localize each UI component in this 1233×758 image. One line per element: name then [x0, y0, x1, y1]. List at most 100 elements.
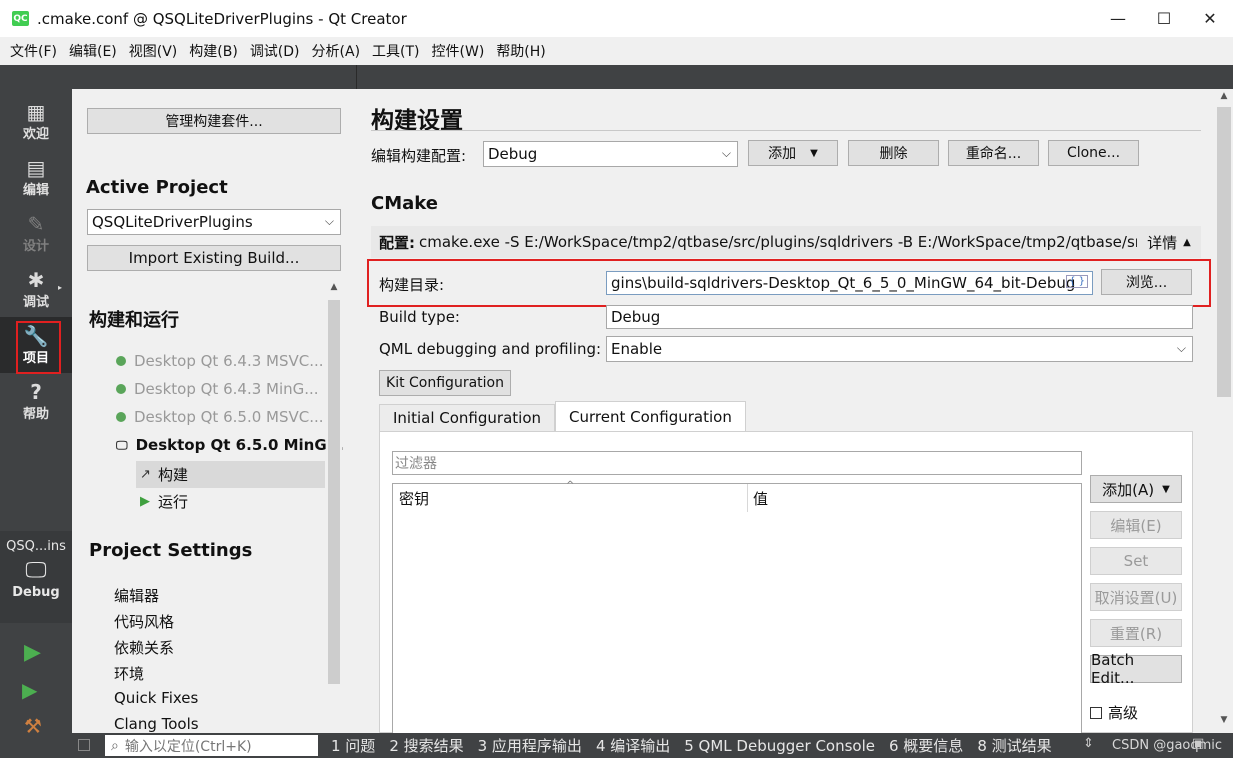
- settings-item-clang-tools[interactable]: Clang Tools: [114, 715, 199, 733]
- highlight-box-projects: [16, 321, 61, 374]
- kit-build-item[interactable]: ↗ 构建: [136, 461, 325, 488]
- output-tab-application-output[interactable]: 3 应用程序输出: [471, 735, 589, 756]
- mode-edit[interactable]: ▤ 编辑: [0, 149, 72, 205]
- sort-indicator-icon: ^: [566, 480, 575, 491]
- output-tab-test-results[interactable]: 8 测试结果: [970, 735, 1058, 756]
- kit-label: Desktop Qt 6.4.3 MinG...: [134, 380, 319, 398]
- project-select-value: QSQLiteDriverPlugins: [92, 213, 253, 231]
- settings-item-code-style[interactable]: 代码风格: [114, 611, 174, 632]
- qml-debugging-select[interactable]: Enable ⌵: [606, 336, 1193, 362]
- mode-welcome[interactable]: ▦ 欢迎: [0, 93, 72, 149]
- build-dir-input[interactable]: gins\build-sqldrivers-Desktop_Qt_6_5_0_M…: [606, 271, 1093, 295]
- scrollbar-thumb[interactable]: [328, 300, 340, 684]
- settings-item-editor[interactable]: 编辑器: [114, 585, 159, 606]
- kit-selector-config: Debug: [12, 585, 60, 600]
- add-variable-button[interactable]: 添加(A) ▼: [1090, 475, 1182, 503]
- settings-item-quick-fixes[interactable]: Quick Fixes: [114, 689, 198, 707]
- output-tab-general-messages[interactable]: 6 概要信息: [882, 735, 970, 756]
- locator-input[interactable]: ⌕ 输入以定位(Ctrl+K): [105, 735, 318, 756]
- edit-variable-button[interactable]: 编辑(E): [1090, 511, 1182, 539]
- build-config-select[interactable]: Debug ⌵: [483, 141, 738, 167]
- help-icon: ?: [30, 379, 42, 404]
- kit-label: Desktop Qt 6.5.0 MinG...: [135, 436, 344, 454]
- batch-edit-button[interactable]: Batch Edit...: [1090, 651, 1182, 687]
- column-header-key[interactable]: 密钥: [393, 484, 429, 512]
- kit-run-item[interactable]: ▶ 运行: [136, 488, 325, 515]
- maximize-button[interactable]: ☐: [1141, 0, 1187, 37]
- scrollbar-thumb[interactable]: [1217, 107, 1231, 397]
- debug-run-icon[interactable]: ▶: [22, 678, 37, 702]
- mode-help-label: 帮助: [22, 406, 49, 422]
- tab-initial-configuration[interactable]: Initial Configuration: [379, 404, 556, 431]
- kit-item[interactable]: Desktop Qt 6.4.3 MSVC...: [116, 352, 324, 370]
- project-pane-scrollbar[interactable]: ▲: [326, 282, 342, 733]
- build-settings-scrollbar[interactable]: ▲ ▼: [1215, 89, 1233, 733]
- play-icon: ▶: [140, 494, 150, 509]
- add-kit-icon: [116, 384, 126, 394]
- menu-help[interactable]: 帮助(H): [490, 41, 551, 61]
- project-select[interactable]: QSQLiteDriverPlugins ⌵: [87, 209, 341, 235]
- scroll-up-icon[interactable]: ▲: [1215, 91, 1233, 107]
- collapse-arrow-icon: ▲: [1183, 236, 1191, 248]
- mode-help[interactable]: ? 帮助: [0, 373, 72, 429]
- menu-build[interactable]: 构建(B): [183, 41, 244, 61]
- project-settings-heading: Project Settings: [89, 540, 253, 561]
- variables-icon[interactable]: { }: [1066, 275, 1088, 288]
- checkbox-box[interactable]: [1090, 706, 1102, 719]
- menu-file[interactable]: 文件(F): [4, 41, 63, 61]
- up-down-arrows-icon[interactable]: ⇕: [1083, 736, 1094, 751]
- rename-config-button[interactable]: 重命名...: [948, 140, 1039, 166]
- minimize-button[interactable]: —: [1095, 0, 1141, 37]
- kit-item[interactable]: Desktop Qt 6.5.0 MSVC...: [116, 408, 324, 426]
- chevron-down-icon: ⌵: [1176, 341, 1186, 355]
- menu-window[interactable]: 控件(W): [426, 41, 491, 61]
- menu-view[interactable]: 视图(V): [123, 41, 184, 61]
- details-label: 详情: [1147, 233, 1178, 252]
- advanced-checkbox[interactable]: 高级: [1090, 702, 1138, 723]
- current-configuration-panel: 过滤器 ^ 密钥 值 添加(A) ▼ 编辑(E) Set 取消设置(U) 重置(…: [379, 431, 1193, 743]
- menu-tools[interactable]: 工具(T): [366, 41, 425, 61]
- menu-edit[interactable]: 编辑(E): [63, 41, 123, 61]
- output-tab-search-results[interactable]: 2 搜索结果: [382, 735, 470, 756]
- delete-config-button[interactable]: 删除: [848, 140, 939, 166]
- browse-button[interactable]: 浏览...: [1101, 269, 1192, 295]
- filter-input[interactable]: 过滤器: [392, 451, 1082, 475]
- settings-item-environment[interactable]: 环境: [114, 663, 144, 684]
- set-variable-button[interactable]: Set: [1090, 547, 1182, 575]
- column-header-value[interactable]: 值: [747, 484, 768, 512]
- maximize-output-icon[interactable]: ▣: [1192, 736, 1204, 751]
- kit-item-active[interactable]: 🖵 Desktop Qt 6.5.0 MinG...: [116, 436, 344, 454]
- output-tab-qml-debugger[interactable]: 5 QML Debugger Console: [677, 737, 882, 755]
- config-command: cmake.exe -S E:/WorkSpace/tmp2/qtbase/sr…: [419, 233, 1149, 251]
- close-button[interactable]: ✕: [1187, 0, 1233, 37]
- toggle-sidebar-icon[interactable]: [78, 739, 90, 751]
- settings-item-dependencies[interactable]: 依赖关系: [114, 637, 174, 658]
- kit-selector[interactable]: QSQ...ins 🖵 Debug: [0, 531, 72, 623]
- mode-debug[interactable]: ✱ 调试 ▸: [0, 261, 72, 317]
- unset-variable-button[interactable]: 取消设置(U): [1090, 583, 1182, 611]
- run-icon[interactable]: ▶: [24, 640, 41, 665]
- import-build-button[interactable]: Import Existing Build...: [87, 245, 341, 271]
- kit-build-label: 构建: [158, 466, 189, 484]
- tab-current-configuration[interactable]: Current Configuration: [555, 401, 746, 431]
- cmake-variables-table[interactable]: ^ 密钥 值: [392, 480, 1082, 743]
- details-toggle[interactable]: 详情 ▲: [1137, 226, 1201, 258]
- scroll-up-icon[interactable]: ▲: [326, 282, 342, 298]
- add-config-button[interactable]: 添加 ▼: [748, 140, 838, 166]
- menu-analyze[interactable]: 分析(A): [306, 41, 367, 61]
- clone-config-button[interactable]: Clone...: [1048, 140, 1139, 166]
- kit-configuration-button[interactable]: Kit Configuration: [379, 370, 511, 396]
- manage-kits-button[interactable]: 管理构建套件...: [87, 108, 341, 134]
- advanced-label: 高级: [1108, 704, 1139, 722]
- scroll-down-icon[interactable]: ▼: [1215, 715, 1233, 731]
- output-tab-issues[interactable]: 1 问题: [324, 735, 382, 756]
- qml-debugging-label: QML debugging and profiling:: [379, 340, 602, 358]
- reset-variable-button[interactable]: 重置(R): [1090, 619, 1182, 647]
- build-type-input[interactable]: Debug: [606, 305, 1193, 329]
- monitor-icon: 🖵: [116, 437, 128, 452]
- output-tab-compile-output[interactable]: 4 编译输出: [589, 735, 677, 756]
- mode-design[interactable]: ✎ 设计: [0, 205, 72, 261]
- add-kit-icon: [116, 356, 126, 366]
- kit-item[interactable]: Desktop Qt 6.4.3 MinG...: [116, 380, 319, 398]
- menu-debug[interactable]: 调试(D): [244, 41, 306, 61]
